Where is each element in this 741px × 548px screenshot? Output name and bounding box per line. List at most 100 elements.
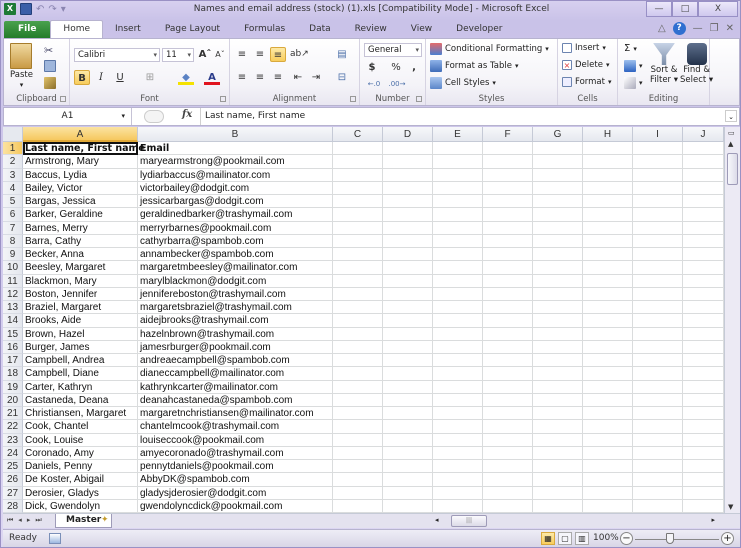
align-middle-button[interactable]: ≡: [252, 47, 268, 62]
empty-cell[interactable]: [483, 460, 533, 474]
empty-cell[interactable]: [483, 327, 533, 341]
empty-cell[interactable]: [483, 261, 533, 275]
empty-cell[interactable]: [633, 314, 683, 328]
tab-file[interactable]: File: [4, 21, 51, 38]
empty-cell[interactable]: [533, 486, 583, 500]
empty-cell[interactable]: [583, 287, 633, 301]
empty-cell[interactable]: [483, 274, 533, 288]
workbook-minimize-icon[interactable]: —: [693, 23, 703, 34]
empty-cell[interactable]: [683, 367, 724, 381]
empty-cell[interactable]: [533, 420, 583, 434]
row-header[interactable]: 4: [3, 181, 23, 195]
empty-cell[interactable]: [583, 221, 633, 235]
empty-cell[interactable]: [433, 234, 483, 248]
empty-cell[interactable]: [433, 407, 483, 421]
name-cell[interactable]: Carter, Kathryn: [23, 380, 138, 394]
wrap-text-button[interactable]: ▤: [334, 47, 350, 62]
name-cell[interactable]: Campbell, Andrea: [23, 354, 138, 368]
empty-cell[interactable]: [633, 340, 683, 354]
empty-cell[interactable]: [533, 407, 583, 421]
empty-cell[interactable]: [683, 327, 724, 341]
shrink-font-button[interactable]: Aˇ: [212, 47, 228, 62]
empty-cell[interactable]: [333, 367, 383, 381]
empty-cell[interactable]: [533, 142, 583, 156]
empty-cell[interactable]: [533, 181, 583, 195]
empty-cell[interactable]: [683, 248, 724, 262]
empty-cell[interactable]: [633, 380, 683, 394]
email-cell[interactable]: cathyrbarra@spambob.com: [138, 234, 333, 248]
empty-cell[interactable]: [333, 168, 383, 182]
column-header-g[interactable]: G: [533, 127, 583, 142]
currency-button[interactable]: $: [364, 60, 380, 75]
email-cell[interactable]: margaretmbeesley@mailinator.com: [138, 261, 333, 275]
format-as-table-button[interactable]: Format as Table ▾: [430, 60, 519, 72]
email-cell[interactable]: margaretnchristiansen@mailinator.com: [138, 407, 333, 421]
cell-a1-active[interactable]: Last name, First name: [23, 142, 145, 156]
minimize-ribbon-icon[interactable]: △: [658, 23, 666, 34]
row-header[interactable]: 2: [3, 155, 23, 169]
empty-cell[interactable]: [533, 195, 583, 209]
empty-cell[interactable]: [633, 195, 683, 209]
empty-cell[interactable]: [483, 473, 533, 487]
font-size-combo[interactable]: 11 ▾: [162, 48, 194, 62]
empty-cell[interactable]: [683, 142, 724, 156]
name-cell[interactable]: Barnes, Merry: [23, 221, 138, 235]
empty-cell[interactable]: [483, 420, 533, 434]
empty-cell[interactable]: [583, 168, 633, 182]
email-cell[interactable]: jamesrburger@pookmail.com: [138, 340, 333, 354]
empty-cell[interactable]: [333, 473, 383, 487]
empty-cell[interactable]: [333, 407, 383, 421]
email-cell[interactable]: annambecker@spambob.com: [138, 248, 333, 262]
row-header[interactable]: 19: [3, 380, 23, 394]
email-cell[interactable]: deanahcastaneda@spambob.com: [138, 393, 333, 407]
name-cell[interactable]: Cook, Chantel: [23, 420, 138, 434]
empty-cell[interactable]: [683, 274, 724, 288]
email-cell[interactable]: aidejbrooks@trashymail.com: [138, 314, 333, 328]
empty-cell[interactable]: [583, 142, 633, 156]
name-cell[interactable]: Daniels, Penny: [23, 460, 138, 474]
column-header-b[interactable]: B: [138, 127, 333, 142]
autosum-button[interactable]: Σ ▾: [624, 43, 637, 54]
row-header[interactable]: 5: [3, 195, 23, 209]
name-cell[interactable]: Armstrong, Mary: [23, 155, 138, 169]
empty-cell[interactable]: [533, 261, 583, 275]
empty-cell[interactable]: [433, 433, 483, 447]
empty-cell[interactable]: [433, 340, 483, 354]
horizontal-scrollbar[interactable]: ◂ ||| ▸: [435, 515, 725, 527]
empty-cell[interactable]: [633, 301, 683, 315]
underline-button[interactable]: U: [112, 70, 128, 85]
name-box[interactable]: A1 ▾: [4, 108, 132, 125]
insert-worksheet-icon[interactable]: ✦: [101, 515, 121, 527]
row-header[interactable]: 28: [3, 499, 23, 513]
row-header[interactable]: 24: [3, 446, 23, 460]
empty-cell[interactable]: [333, 234, 383, 248]
empty-cell[interactable]: [483, 234, 533, 248]
row-header[interactable]: 25: [3, 460, 23, 474]
bold-button[interactable]: B: [74, 70, 90, 85]
empty-cell[interactable]: [383, 420, 433, 434]
empty-cell[interactable]: [333, 261, 383, 275]
empty-cell[interactable]: [483, 380, 533, 394]
empty-cell[interactable]: [583, 234, 633, 248]
vertical-scrollbar[interactable]: ▭ ▲ ▼: [724, 127, 740, 513]
empty-cell[interactable]: [433, 460, 483, 474]
email-cell[interactable]: kathrynkcarter@mailinator.com: [138, 380, 333, 394]
number-launcher-icon[interactable]: [416, 96, 422, 102]
empty-cell[interactable]: [533, 248, 583, 262]
zoom-out-button[interactable]: −: [620, 532, 633, 545]
empty-cell[interactable]: [483, 195, 533, 209]
workbook-restore-icon[interactable]: ❐: [710, 23, 719, 34]
empty-cell[interactable]: [583, 248, 633, 262]
comma-button[interactable]: ,: [406, 60, 422, 75]
empty-cell[interactable]: [483, 301, 533, 315]
empty-cell[interactable]: [583, 486, 633, 500]
email-cell[interactable]: margaretsbraziel@trashymail.com: [138, 301, 333, 315]
worksheet-grid[interactable]: A B C D E F G H I J 1 Last name, First na…: [3, 127, 724, 513]
row-header[interactable]: 11: [3, 274, 23, 288]
empty-cell[interactable]: [633, 354, 683, 368]
formula-input[interactable]: Last name, First name: [200, 108, 728, 125]
empty-cell[interactable]: [383, 407, 433, 421]
empty-cell[interactable]: [583, 433, 633, 447]
empty-cell[interactable]: [483, 142, 533, 156]
row-header[interactable]: 7: [3, 221, 23, 235]
